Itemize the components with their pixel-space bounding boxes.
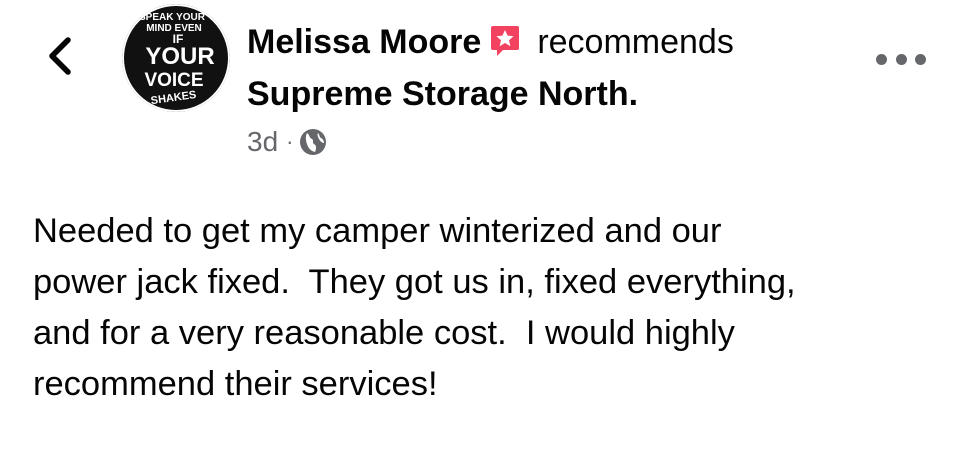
meta-separator: ·: [286, 129, 294, 154]
post-header: Melissa Moore recommends Supreme Storage …: [247, 16, 847, 120]
more-dots-icon: [915, 53, 926, 65]
post-timestamp[interactable]: 3d: [247, 126, 278, 158]
avatar-image: SPEAK YOUR MIND EVEN IF YOUR VOICE SHAKE…: [122, 4, 230, 112]
chevron-left-icon: [49, 37, 71, 75]
more-options-button[interactable]: [876, 44, 926, 74]
avatar-text-line: VOICE: [144, 70, 203, 91]
action-text: recommends: [537, 23, 734, 61]
more-dots-icon: [895, 53, 907, 65]
avatar-text-line: SPEAK YOUR: [139, 12, 206, 23]
post-meta: 3d ·: [247, 122, 327, 162]
globe-icon: [299, 128, 327, 156]
avatar[interactable]: SPEAK YOUR MIND EVEN IF YOUR VOICE SHAKE…: [122, 4, 230, 112]
more-dots-icon: [876, 53, 887, 65]
back-button[interactable]: [40, 34, 80, 78]
avatar-text-line: YOUR: [145, 43, 214, 70]
author-name[interactable]: Melissa Moore: [247, 23, 481, 61]
post-body-text: Needed to get my camper winterized and o…: [33, 212, 796, 403]
page-name[interactable]: Supreme Storage North.: [247, 68, 638, 120]
star-badge-icon: [489, 24, 521, 58]
